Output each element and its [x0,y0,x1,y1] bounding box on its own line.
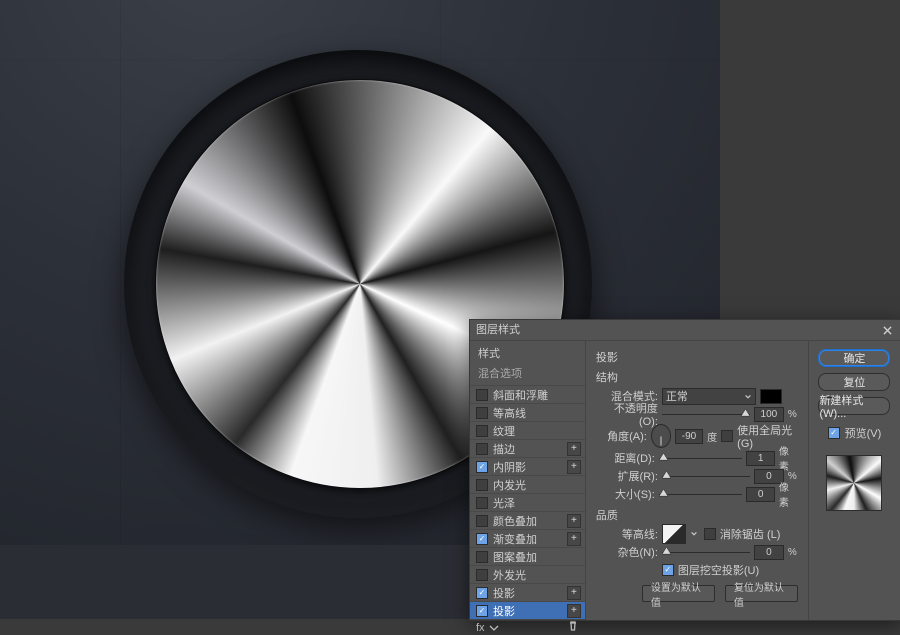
style-checkbox[interactable] [476,389,488,401]
preview-checkbox[interactable] [828,427,840,439]
angle-dial[interactable] [651,424,671,448]
style-name: 描边 [493,441,562,457]
distance-label: 距离(D): [596,450,655,466]
chevron-down-icon [744,392,752,400]
style-checkbox[interactable] [476,515,488,527]
style-checkbox[interactable] [476,587,488,599]
contour-picker[interactable] [662,524,686,544]
style-row-12[interactable]: 投影 + [470,601,585,619]
styles-footer: fx [470,619,585,635]
style-name: 斜面和浮雕 [493,387,581,403]
style-name: 内阴影 [493,459,562,475]
fx-menu-icon[interactable]: fx [476,622,500,634]
knockout-label: 图层挖空投影(U) [678,562,759,578]
style-checkbox[interactable] [476,461,488,473]
quality-label: 品质 [596,507,798,523]
style-name: 等高线 [493,405,581,421]
style-checkbox[interactable] [476,425,488,437]
add-effect-icon[interactable]: + [567,514,581,528]
size-label: 大小(S): [596,486,655,502]
style-row-8[interactable]: 渐变叠加 + [470,529,585,547]
style-row-4[interactable]: 内阴影 + [470,457,585,475]
style-name: 渐变叠加 [493,531,562,547]
reset-default-button[interactable]: 复位为默认值 [725,585,798,602]
style-checkbox[interactable] [476,533,488,545]
add-effect-icon[interactable]: + [567,460,581,474]
size-value[interactable]: 0 [746,487,775,502]
settings-title: 投影 [596,349,798,365]
style-checkbox[interactable] [476,551,488,563]
dialog-titlebar[interactable]: 图层样式 [470,320,900,341]
style-name: 投影 [493,603,562,619]
angle-value[interactable]: -90 [675,429,703,444]
close-icon[interactable] [880,323,894,337]
noise-slider[interactable] [662,545,750,559]
opacity-slider[interactable] [662,407,750,421]
style-checkbox[interactable] [476,443,488,455]
dialog-title: 图层样式 [476,320,520,340]
effect-settings: 投影 结构 混合模式: 正常 不透明度(O): 100 % 角度(A): [586,341,808,620]
opacity-value[interactable]: 100 [754,407,784,422]
add-effect-icon[interactable]: + [567,532,581,546]
style-checkbox[interactable] [476,479,488,491]
style-name: 图案叠加 [493,549,581,565]
layer-style-dialog: 图层样式 样式 混合选项 斜面和浮雕等高线纹理描边 + 内阴影 + 内发光光泽颜色叠加 +… [469,319,900,621]
size-slider[interactable] [659,487,743,501]
style-row-11[interactable]: 投影 + [470,583,585,601]
style-name: 投影 [493,585,562,601]
new-style-button[interactable]: 新建样式(W)... [818,397,890,415]
knockout-checkbox[interactable] [662,564,674,576]
angle-label: 角度(A): [596,428,647,444]
style-checkbox[interactable] [476,605,488,617]
style-name: 外发光 [493,567,581,583]
shadow-color-swatch[interactable] [760,389,782,404]
noise-value[interactable]: 0 [754,545,784,560]
add-effect-icon[interactable]: + [567,442,581,456]
style-name: 内发光 [493,477,581,493]
style-row-6[interactable]: 光泽 [470,493,585,511]
style-row-7[interactable]: 颜色叠加 + [470,511,585,529]
style-name: 光泽 [493,495,581,511]
structure-label: 结构 [596,369,798,385]
chevron-down-icon[interactable] [690,526,700,542]
blending-options-row[interactable]: 混合选项 [470,363,585,385]
ok-button[interactable]: 确定 [818,349,890,367]
dialog-buttons: 确定 复位 新建样式(W)... 预览(V) [808,341,900,620]
style-checkbox[interactable] [476,569,488,581]
opacity-label: 不透明度(O): [596,400,658,428]
style-name: 纹理 [493,423,581,439]
style-row-9[interactable]: 图案叠加 [470,547,585,565]
global-light-checkbox[interactable] [721,430,733,442]
preview-label: 预览(V) [845,425,882,441]
distance-value[interactable]: 1 [746,451,775,466]
style-row-1[interactable]: 等高线 [470,403,585,421]
style-row-3[interactable]: 描边 + [470,439,585,457]
style-checkbox[interactable] [476,407,488,419]
style-row-10[interactable]: 外发光 [470,565,585,583]
contour-label: 等高线: [596,526,658,542]
trash-icon[interactable] [567,620,579,635]
styles-list: 样式 混合选项 斜面和浮雕等高线纹理描边 + 内阴影 + 内发光光泽颜色叠加 + 渐变叠加 +… [470,341,586,620]
noise-label: 杂色(N): [596,544,658,560]
antialias-label: 消除锯齿 (L) [720,526,781,542]
style-preview [826,455,882,511]
blend-mode-select[interactable]: 正常 [662,388,756,405]
style-row-2[interactable]: 纹理 [470,421,585,439]
add-effect-icon[interactable]: + [567,586,581,600]
add-effect-icon[interactable]: + [567,604,581,618]
styles-header: 样式 [470,341,585,363]
distance-slider[interactable] [659,451,743,465]
style-row-5[interactable]: 内发光 [470,475,585,493]
antialias-checkbox[interactable] [704,528,716,540]
make-default-button[interactable]: 设置为默认值 [642,585,715,602]
style-row-0[interactable]: 斜面和浮雕 [470,385,585,403]
spread-label: 扩展(R): [596,468,658,484]
cancel-button[interactable]: 复位 [818,373,890,391]
spread-slider[interactable] [662,469,750,483]
style-name: 颜色叠加 [493,513,562,529]
style-checkbox[interactable] [476,497,488,509]
